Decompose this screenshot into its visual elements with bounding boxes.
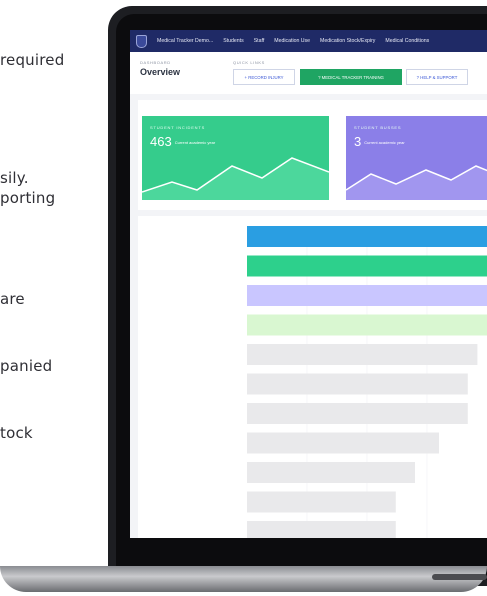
laptop-base (0, 566, 487, 592)
side-text-line-2: sily. (0, 169, 29, 187)
chart-bar[interactable] (247, 403, 468, 424)
quick-links-label: QUICK LINKS (233, 60, 265, 65)
stat-cards-panel: STUDENT INCIDENTS 463 Current academic ye… (138, 100, 487, 210)
chart-bar[interactable] (247, 344, 478, 365)
side-text-line-5: panied (0, 357, 53, 375)
nav-item-medication-use[interactable]: Medication Use (274, 38, 310, 44)
bar-chart-svg (247, 226, 487, 538)
laptop-screen: Medical Tracker Demo... Students Staff M… (130, 30, 487, 538)
nav-item-students[interactable]: Students (223, 38, 243, 44)
laptop-base-notch (432, 574, 487, 580)
chart-bar[interactable] (247, 226, 487, 247)
student-incidents-card[interactable]: STUDENT INCIDENTS 463 Current academic ye… (142, 116, 329, 200)
page-title: Overview (140, 67, 181, 77)
side-text-line-4: are (0, 290, 25, 308)
chart-bar[interactable] (247, 491, 396, 513)
record-injury-button[interactable]: + RECORD INJURY (233, 69, 295, 85)
chart-bar[interactable] (247, 314, 487, 336)
nav-item-staff[interactable]: Staff (254, 38, 265, 44)
chart-bar[interactable] (247, 462, 415, 483)
side-text-line-3: porting (0, 189, 56, 207)
page-header: DASHBOARD Overview QUICK LINKS + RECORD … (130, 52, 487, 94)
chart-bar[interactable] (247, 255, 487, 277)
shield-logo-icon[interactable] (136, 34, 147, 48)
help-support-button[interactable]: ? HELP & SUPPORT (406, 69, 468, 85)
dashboard-content: STUDENT INCIDENTS 463 Current academic ye… (130, 94, 487, 538)
chart-bar[interactable] (247, 521, 396, 538)
chart-bar[interactable] (247, 432, 439, 454)
card-label: STUDENT BUSSES (354, 125, 402, 130)
nav-item-medication-stock[interactable]: Medication Stock/Expiry (320, 38, 375, 44)
medical-tracker-training-button[interactable]: ? MEDICAL TRACKER TRAINING (300, 69, 402, 85)
breadcrumb: DASHBOARD (140, 60, 171, 65)
nav-item-app-name[interactable]: Medical Tracker Demo... (157, 38, 213, 44)
side-text-line-1: required (0, 51, 65, 69)
card-label: STUDENT INCIDENTS (150, 125, 206, 130)
student-busses-card[interactable]: STUDENT BUSSES 3 Current academic year (346, 116, 487, 200)
busses-sparkline (346, 165, 487, 200)
bar-chart (138, 216, 487, 538)
side-text-line-6: tock (0, 424, 33, 442)
chart-bar[interactable] (247, 373, 468, 395)
top-navigation: Medical Tracker Demo... Students Staff M… (130, 30, 487, 52)
incidents-sparkline (142, 157, 329, 200)
chart-bar[interactable] (247, 285, 487, 306)
nav-item-medical-conditions[interactable]: Medical Conditions (385, 38, 429, 44)
